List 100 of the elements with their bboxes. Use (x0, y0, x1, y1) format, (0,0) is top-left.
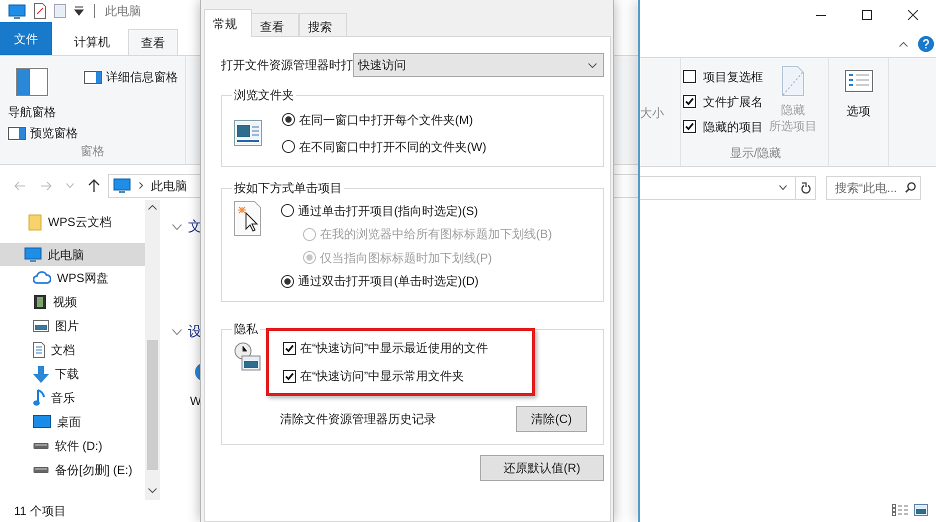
film-icon (33, 294, 47, 310)
window-layout-icon (234, 120, 262, 146)
checkbox[interactable] (683, 95, 696, 108)
document-icon (782, 66, 804, 96)
search-icon (905, 182, 916, 192)
pointer-document-icon (234, 201, 262, 237)
square-icon (54, 4, 66, 18)
monitor-icon (113, 177, 131, 194)
ribbon-button[interactable]: 详细信息窗格 (106, 68, 178, 86)
check-icon (285, 344, 294, 352)
chevron-right-icon (139, 182, 143, 189)
minimize-icon (816, 14, 826, 16)
maximize-icon (862, 10, 872, 20)
tab[interactable]: 常规 (204, 9, 252, 37)
ribbon-button[interactable]: 导航窗格 (8, 104, 56, 120)
down-arrow-icon (33, 366, 49, 382)
check-icon (685, 122, 694, 131)
cloud-icon (33, 271, 51, 285)
chevron-up-icon (148, 204, 157, 210)
group-title: 隐私 (233, 321, 259, 338)
desktop-icon (33, 415, 51, 429)
check-icon (285, 372, 294, 380)
group-header: 文 (188, 217, 202, 236)
nav-item[interactable]: WPS云文档 (0, 210, 145, 234)
radio-button[interactable] (282, 113, 295, 126)
clock-picture-icon (234, 342, 262, 372)
window-title: 此电脑 (105, 3, 141, 20)
pane-layout-icon (84, 70, 102, 84)
group-title: 浏览文件夹 (233, 87, 295, 104)
up-arrow-icon[interactable] (88, 179, 100, 192)
description-text: 清除文件资源管理器历史记录 (280, 411, 436, 428)
tab[interactable]: 查看 (251, 13, 299, 37)
document-icon (33, 342, 45, 358)
folder-icon (28, 213, 42, 231)
checkbox[interactable] (283, 370, 296, 382)
tab[interactable]: 搜索 (299, 13, 347, 37)
document-icon (34, 3, 46, 19)
ribbon-tab[interactable]: 计算机 (62, 29, 122, 55)
picture-icon (33, 320, 49, 332)
picture-icon[interactable] (914, 504, 928, 516)
list-checks-icon (844, 70, 872, 92)
field-label: 打开文件资源管理器时打 (221, 57, 353, 74)
group-label: 显示/隐藏 (730, 145, 782, 162)
refresh-icon (800, 182, 810, 194)
monitor-icon (24, 246, 42, 263)
nav-item[interactable]: WPS网盘 (0, 266, 145, 290)
nav-item[interactable]: 备份[勿删] (E:) (0, 458, 145, 482)
help-icon (923, 38, 929, 48)
checkbox[interactable] (283, 342, 296, 354)
radio-button[interactable] (282, 140, 295, 153)
pane-layout-icon[interactable] (16, 68, 48, 96)
checkbox-label[interactable]: 项目复选框 (703, 68, 763, 86)
help-button[interactable] (918, 36, 934, 52)
scrollbar[interactable] (145, 200, 160, 500)
nav-item[interactable]: 音乐 (0, 386, 145, 410)
pane-layout-icon (8, 126, 26, 140)
radio-button[interactable] (281, 274, 294, 288)
chevron-down-icon (588, 62, 597, 68)
chevron-down-icon (148, 488, 157, 494)
restore-defaults-button[interactable]: 还原默认值(R) (480, 455, 604, 481)
music-note-icon (33, 389, 45, 407)
caret-icon (74, 6, 84, 16)
checkbox-label[interactable]: 在“快速访问”中显示最近使用的文件 (300, 339, 488, 357)
nav-item[interactable]: 文档 (0, 338, 145, 362)
group-header: 设 (188, 322, 202, 341)
check-icon (685, 97, 694, 106)
ribbon-tab[interactable]: 文件 (0, 22, 52, 55)
close-icon (908, 10, 918, 20)
nav-item[interactable]: 下载 (0, 362, 145, 386)
checkbox-label[interactable]: 隐藏的项目 (703, 118, 763, 136)
checkbox-label[interactable]: 文件扩展名 (703, 92, 763, 110)
chevron-down-icon[interactable] (172, 224, 182, 230)
ribbon-tab[interactable]: 查看 (128, 29, 178, 55)
checkbox-label[interactable]: 在“快速访问”中显示常用文件夹 (300, 367, 464, 385)
group-title: 按如下方式单击项目 (233, 180, 343, 197)
clear-button[interactable]: 清除(C) (516, 406, 587, 432)
monitor-icon (8, 2, 26, 20)
search-field[interactable]: 搜索“此电... (826, 176, 921, 200)
dropdown[interactable]: 快速访问 (353, 53, 604, 77)
status-text: 11 个项目 (14, 503, 66, 520)
nav-item[interactable]: 视频 (0, 290, 145, 314)
radio-label[interactable]: 通过单击打开项目(指向时选定)(S) (298, 202, 478, 220)
checkbox[interactable] (683, 70, 696, 83)
radio-label[interactable]: 在不同窗口中打开不同的文件夹(W) (299, 138, 486, 156)
group-label: 窗格 (80, 143, 104, 160)
chevron-up-icon[interactable] (899, 40, 908, 46)
chevron-down-icon[interactable] (779, 185, 787, 190)
ribbon-button[interactable]: 选项 (844, 70, 872, 120)
nav-item[interactable]: 软件 (D:) (0, 434, 145, 458)
radio-label[interactable]: 通过双击打开项目(单击时选定)(D) (298, 272, 479, 290)
nav-item[interactable]: 此电脑 (0, 243, 145, 266)
nav-item[interactable]: 桌面 (0, 410, 145, 434)
ribbon-button[interactable]: 预览窗格 (30, 124, 78, 142)
chevron-down-icon[interactable] (172, 328, 182, 334)
nav-item[interactable]: 图片 (0, 314, 145, 338)
details-view-icon[interactable] (892, 504, 908, 516)
radio-button[interactable] (281, 204, 294, 218)
breadcrumb[interactable]: 此电脑 (151, 176, 187, 194)
radio-label[interactable]: 在同一窗口中打开每个文件夹(M) (299, 110, 473, 128)
checkbox[interactable] (683, 120, 696, 133)
